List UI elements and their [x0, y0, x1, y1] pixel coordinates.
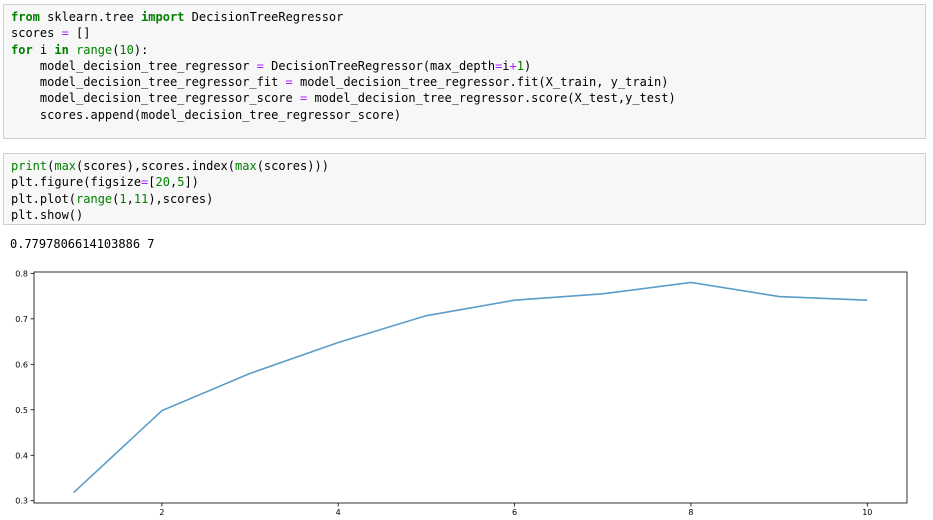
code-token: i — [32, 42, 55, 57]
code-token: 11 — [133, 191, 149, 206]
code-token: [ — [148, 175, 156, 190]
code-cell-1[interactable]: from sklearn.tree import DecisionTreeReg… — [3, 4, 926, 139]
x-axis-ticks: 2 4 6 8 10 — [159, 503, 872, 517]
code-token: for — [11, 42, 33, 57]
code-token: scores — [11, 26, 62, 41]
y-tick-label: 0.7 — [15, 315, 28, 324]
code-token: import — [141, 10, 185, 24]
code-line: model_decision_tree_regressor = Decision… — [11, 58, 918, 74]
y-tick-label: 0.5 — [15, 406, 28, 415]
y-tick-label: 0.8 — [15, 269, 28, 278]
code-token: plt.show() — [11, 207, 84, 222]
code-token: 1 — [516, 58, 524, 73]
x-tick-label: 2 — [159, 508, 164, 517]
code-line: print(max(scores),scores.index(max(score… — [11, 158, 918, 174]
code-token: print — [11, 159, 48, 173]
line-chart: 2 4 6 8 10 0.3 0.4 0.5 0.6 0.7 0.8 — [15, 269, 908, 517]
series-group — [73, 281, 868, 494]
code-cell-2[interactable]: print(max(scores),scores.index(max(score… — [3, 153, 926, 225]
code-token: = — [61, 26, 69, 41]
code-line: model_decision_tree_regressor_score = mo… — [11, 90, 918, 106]
plot-frame — [33, 271, 908, 504]
code-token: model_decision_tree_regressor.score(X_te… — [307, 91, 676, 106]
score-line — [73, 281, 868, 494]
code-line: from sklearn.tree import DecisionTreeReg… — [11, 9, 918, 25]
code-line: scores = [] — [11, 25, 918, 41]
plot-border — [33, 271, 908, 504]
code-line: plt.show() — [11, 207, 918, 223]
code-token: ): — [133, 42, 149, 57]
y-tick-label: 0.4 — [15, 451, 28, 460]
code-token: range — [76, 191, 113, 206]
y-tick-label: 0.6 — [15, 360, 28, 369]
x-tick-label: 10 — [862, 508, 872, 517]
code-token: model_decision_tree_regressor_fit — [11, 75, 286, 90]
y-tick-label: 0.3 — [15, 497, 28, 506]
code-token: range — [76, 42, 113, 57]
code-token: model_decision_tree_regressor — [11, 58, 257, 73]
code-line: model_decision_tree_regressor_fit = mode… — [11, 74, 918, 90]
code-line: for i in range(10): — [11, 42, 918, 58]
code-token: 1 — [119, 191, 127, 206]
code-token: ) — [524, 58, 532, 73]
code-line: scores.append(model_decision_tree_regres… — [11, 107, 918, 123]
code-token: i — [502, 58, 510, 73]
code-token: ),scores) — [148, 191, 214, 206]
x-tick-label: 6 — [512, 508, 517, 517]
code-token: sklearn.tree — [39, 10, 142, 24]
code-token: max — [54, 159, 77, 173]
code-token: DecisionTreeRegressor(max_depth — [263, 58, 496, 73]
x-tick-label: 4 — [336, 508, 341, 517]
code-token: model_decision_tree_regressor.fit(X_trai… — [292, 75, 669, 90]
code-token: ]) — [184, 175, 199, 190]
code-token: 20 — [155, 175, 170, 190]
x-tick-label: 8 — [688, 508, 693, 517]
code-token: (scores))) — [256, 159, 329, 173]
y-axis-ticks: 0.3 0.4 0.5 0.6 0.7 0.8 — [15, 269, 34, 506]
cell-output-text: 0.7797806614103886 7 — [10, 237, 155, 251]
code-token: scores.append(model_decision_tree_regres… — [11, 107, 402, 122]
code-token: + — [509, 58, 517, 73]
code-token: from — [11, 10, 40, 24]
code-line: plt.figure(figsize=[20,5]) — [11, 174, 918, 190]
code-token: plt.figure(figsize — [11, 175, 142, 190]
code-token: in — [54, 42, 69, 57]
code-line: plt.plot(range(1,11),scores) — [11, 191, 918, 207]
code-token: DecisionTreeRegressor — [184, 10, 344, 24]
code-token: [] — [68, 26, 91, 41]
code-token: , — [126, 191, 134, 206]
code-token: plt.plot( — [11, 191, 77, 206]
code-token: = — [285, 75, 293, 90]
code-token: = — [256, 58, 264, 73]
code-token: model_decision_tree_regressor_score — [11, 91, 300, 106]
code-token: max — [235, 159, 257, 173]
code-token: (scores),scores.index( — [76, 159, 235, 173]
code-token: 10 — [119, 42, 134, 57]
